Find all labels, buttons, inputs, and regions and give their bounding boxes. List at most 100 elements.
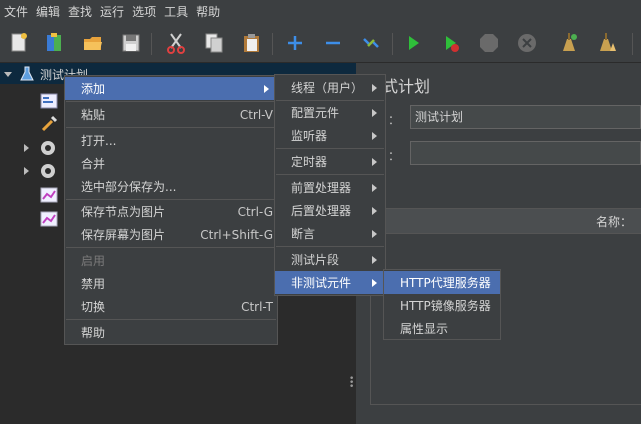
tree-item-listener-2[interactable] [40, 208, 58, 230]
templates-icon[interactable] [42, 31, 68, 55]
menu-search[interactable]: 查找 [64, 0, 96, 24]
menu-item-paste[interactable]: 粘贴 Ctrl-V [65, 103, 277, 126]
tree-item-config[interactable] [40, 90, 58, 112]
submenu-item-config-element[interactable]: 配置元件 [275, 101, 385, 124]
submenu-item-threads[interactable]: 线程（用户） [275, 76, 385, 99]
menu-run[interactable]: 运行 [96, 0, 128, 24]
tree-item-threadgroup-1[interactable] [24, 137, 57, 159]
non-test-submenu: HTTP代理服务器 HTTP镜像服务器 属性显示 [383, 269, 501, 340]
submenu-item-non-test-elements[interactable]: 非测试元件 [275, 271, 385, 294]
submenu-item-assertion[interactable]: 断言 [275, 222, 385, 245]
menu-item-merge[interactable]: 合并 [65, 152, 277, 175]
new-icon[interactable] [6, 31, 32, 55]
add-submenu: 线程（用户） 配置元件 监听器 定时器 前置处理器 后置处理器 断言 测试片段 … [274, 74, 386, 296]
menu-options[interactable]: 选项 [128, 0, 160, 24]
panel-title: 式计划 [382, 77, 431, 96]
menu-separator [66, 247, 276, 248]
submenu-arrow-icon [372, 183, 377, 192]
tree-item-threadgroup-2[interactable] [24, 160, 57, 182]
menu-separator [66, 127, 276, 128]
menu-separator [66, 319, 276, 320]
menu-help[interactable]: 帮助 [192, 0, 224, 24]
submenu-item-http-mirror-server[interactable]: HTTP镜像服务器 [384, 294, 500, 317]
menu-item-shortcut: Ctrl+Shift-G [200, 227, 273, 242]
menu-item-label: 测试片段 [291, 253, 340, 267]
menu-item-label: 帮助 [81, 326, 106, 340]
paste-icon[interactable] [239, 31, 265, 55]
expand-arrow-icon[interactable] [24, 167, 29, 175]
tree-item-listener-1[interactable] [40, 184, 58, 206]
context-menu: 添加 粘贴 Ctrl-V 打开... 合并 选中部分保存为... 保存节点为图片… [64, 75, 278, 345]
menu-item-enable: 启用 [65, 249, 277, 272]
submenu-arrow-icon [372, 278, 377, 287]
stop-icon[interactable] [476, 31, 502, 55]
menu-item-label: 配置元件 [291, 106, 340, 120]
collapse-arrow-icon[interactable] [4, 71, 12, 77]
menu-file[interactable]: 文件 [0, 0, 32, 24]
toolbar [0, 24, 641, 63]
tree-item-tools[interactable] [40, 113, 58, 135]
menu-item-toggle[interactable]: 切换 Ctrl-T [65, 295, 277, 318]
submenu-arrow-icon [372, 229, 377, 238]
menu-separator [276, 148, 384, 149]
collapse-icon[interactable] [320, 31, 346, 55]
submenu-item-http-proxy-server[interactable]: HTTP代理服务器 [384, 271, 500, 294]
expand-arrow-icon[interactable] [24, 144, 29, 152]
menu-tools[interactable]: 工具 [160, 0, 192, 24]
comment-label: ： [388, 149, 401, 163]
menu-item-label: 禁用 [81, 277, 106, 291]
clear-all-icon[interactable] [594, 31, 620, 55]
toggle-icon[interactable] [358, 31, 384, 55]
submenu-arrow-icon [264, 84, 269, 93]
menu-item-label: HTTP镜像服务器 [400, 299, 491, 313]
clear-icon[interactable] [556, 31, 582, 55]
listener-chart-icon [40, 187, 58, 203]
expand-icon[interactable] [282, 31, 308, 55]
menu-item-label: 合并 [81, 157, 106, 171]
start-icon[interactable] [400, 31, 426, 55]
menu-item-save-node-image[interactable]: 保存节点为图片 Ctrl-G [65, 200, 277, 223]
menu-item-help[interactable]: 帮助 [65, 321, 277, 344]
menubar: 文件 编辑 查找 运行 选项 工具 帮助 [0, 0, 641, 24]
gear-icon [41, 141, 55, 155]
submenu-item-timer[interactable]: 定时器 [275, 150, 385, 173]
menu-item-label: 添加 [81, 82, 106, 96]
menu-item-disable[interactable]: 禁用 [65, 272, 277, 295]
menu-item-save-selection[interactable]: 选中部分保存为... [65, 175, 277, 198]
splitter-grip-icon[interactable]: • • • [349, 375, 354, 392]
menu-item-label: 保存屏幕为图片 [81, 228, 166, 242]
menu-item-open[interactable]: 打开... [65, 129, 277, 152]
shutdown-icon[interactable] [514, 31, 540, 55]
submenu-arrow-icon [372, 83, 377, 92]
menu-item-label: 线程（用户） [291, 81, 364, 95]
submenu-arrow-icon [372, 206, 377, 215]
toolbar-separator [151, 33, 152, 55]
submenu-item-pre-processor[interactable]: 前置处理器 [275, 176, 385, 199]
open-icon[interactable] [80, 31, 106, 55]
submenu-item-post-processor[interactable]: 后置处理器 [275, 199, 385, 222]
copy-icon[interactable] [201, 31, 227, 55]
menu-edit[interactable]: 编辑 [32, 0, 64, 24]
toolbar-separator [392, 33, 393, 55]
name-field[interactable]: 测试计划 [410, 105, 641, 129]
save-icon[interactable] [118, 31, 144, 55]
submenu-item-listener[interactable]: 监听器 [275, 124, 385, 147]
menu-item-label: 监听器 [291, 129, 328, 143]
submenu-arrow-icon [372, 157, 377, 166]
menu-item-label: 保存节点为图片 [81, 205, 166, 219]
start-no-pause-icon[interactable] [438, 31, 464, 55]
menu-item-label: 打开... [81, 134, 117, 148]
name-label: ： [388, 113, 401, 127]
menu-item-save-screen-image[interactable]: 保存屏幕为图片 Ctrl+Shift-G [65, 223, 277, 246]
menu-separator [276, 174, 384, 175]
comment-field[interactable] [410, 141, 641, 165]
submenu-arrow-icon [372, 131, 377, 140]
submenu-item-test-fragment[interactable]: 测试片段 [275, 248, 385, 271]
cut-icon[interactable] [163, 31, 189, 55]
menu-item-add[interactable]: 添加 [65, 77, 277, 100]
menu-item-shortcut: Ctrl-T [241, 299, 273, 314]
wrench-icon [41, 115, 58, 132]
submenu-arrow-icon [372, 108, 377, 117]
submenu-item-property-display[interactable]: 属性显示 [384, 317, 500, 340]
listener-chart-icon [40, 211, 58, 227]
